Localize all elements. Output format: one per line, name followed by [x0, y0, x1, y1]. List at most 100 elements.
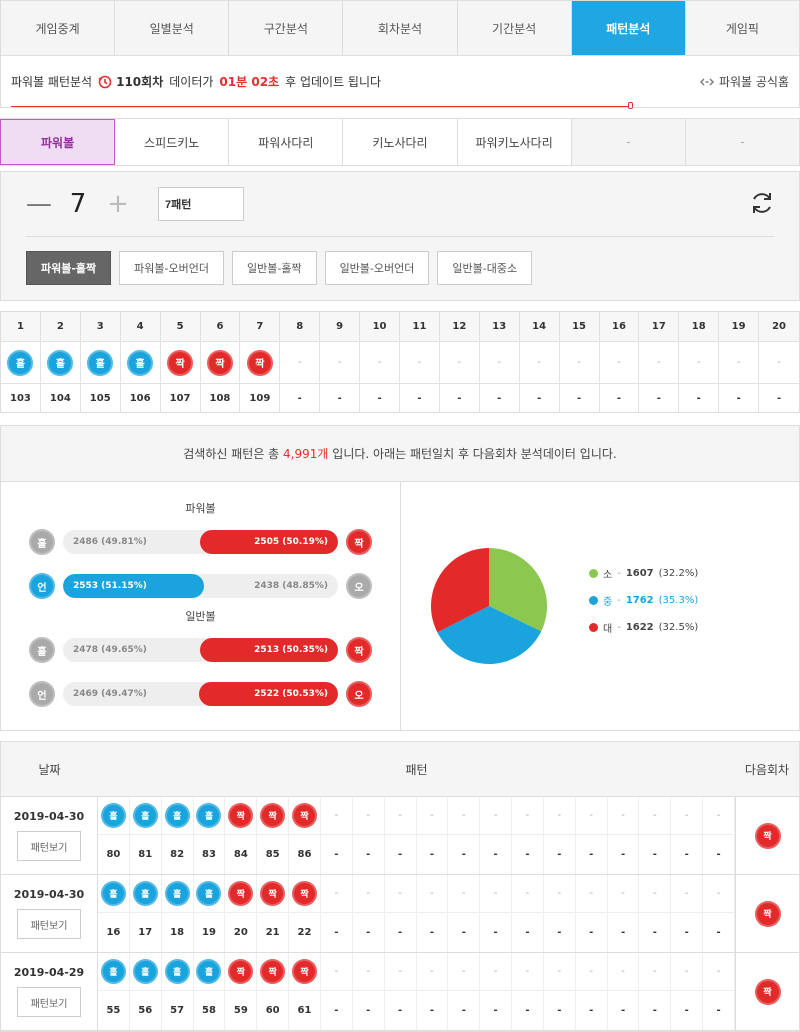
stat-fill-left: 2553 (51.15%) [63, 574, 204, 598]
stat-right-ball: 오 [346, 681, 372, 707]
history-ball-cell: - [639, 797, 672, 835]
progress-marker [628, 102, 633, 109]
nav-tab-6[interactable]: 패턴분석 [571, 1, 686, 55]
empty-dash: - [716, 888, 721, 899]
panel-divider [26, 236, 774, 237]
history-round-cell: - [512, 913, 544, 952]
grid-round-cell: - [560, 384, 600, 412]
pattern-select[interactable] [158, 187, 244, 221]
history-round-cell: - [671, 835, 704, 874]
history-ball-cell: - [671, 797, 704, 835]
history-pattern-grid: 홀 홀 홀 홀 짝 짝 짝 - - - - - - - - - - - - -16 17 18 19 20 21 22- - - - - -… [98, 875, 735, 952]
col-next: 다음회차 [744, 762, 790, 777]
stat-fill-right: 2505 (50.19%) [199, 530, 338, 554]
history-ball-cell: - [448, 797, 481, 835]
history-table: 날짜 패턴 다음회차 2019-04-30 패턴보기 홀 홀 홀 홀 짝 짝 짝 - - - - - - - -… [0, 741, 800, 1032]
view-pattern-button[interactable]: 패턴보기 [17, 909, 81, 939]
history-round-cell: 81 [130, 835, 162, 874]
empty-dash: - [684, 888, 689, 899]
history-ball-cell: - [352, 797, 385, 835]
empty-dash: - [337, 357, 342, 368]
empty-dash: - [297, 357, 302, 368]
nav-tab-4[interactable]: 회차분석 [343, 1, 458, 55]
nav-tab-7[interactable]: 게임픽 [686, 1, 799, 55]
history-row: 2019-04-30 패턴보기 홀 홀 홀 홀 짝 짝 짝 - - - - - - - - - - - - -80 81 82… [1, 797, 799, 875]
game-tab-4[interactable]: 키노사다리 [343, 119, 458, 165]
history-round-cell: - [321, 991, 353, 1030]
history-date-cell: 2019-04-30 패턴보기 [1, 797, 98, 874]
game-tab-5[interactable]: 파워키노사다리 [457, 119, 572, 165]
filter-button[interactable]: 일반볼-홀짝 [231, 251, 317, 285]
grid-header-cell: 1 [1, 312, 41, 342]
history-ball-cell: - [639, 875, 672, 913]
history-date-cell: 2019-04-29 패턴보기 [1, 953, 98, 1030]
history-next-cell: 짝 [735, 797, 799, 874]
increase-button[interactable]: + [106, 191, 130, 217]
decrease-button[interactable]: — [26, 191, 52, 217]
history-round-cell: 16 [98, 913, 130, 952]
empty-dash: - [334, 888, 339, 899]
official-home-link[interactable]: 파워볼 공식홈 [699, 73, 789, 90]
history-round-cell: - [639, 991, 672, 1030]
pie-legend: 소 -1607 (32.2%) 중 -1762 (35.3%) 대 -1622 (32.5%) [589, 566, 698, 647]
grid-header-cell: 7 [240, 312, 281, 342]
filter-button[interactable]: 파워볼-오버언더 [119, 251, 224, 285]
history-ball-cell: - [543, 953, 576, 991]
grid-round-cell: 105 [81, 384, 121, 412]
history-ball-cell: - [480, 953, 513, 991]
refresh-icon[interactable] [749, 190, 775, 216]
grid-header-cell: 4 [120, 312, 161, 342]
empty-dash: - [684, 966, 689, 977]
nav-tab-3[interactable]: 구간분석 [229, 1, 344, 55]
history-round-cell: - [480, 835, 513, 874]
history-round-cell: - [448, 991, 481, 1030]
legend-dot [589, 622, 598, 632]
nav-tab-2[interactable]: 일별분석 [115, 1, 230, 55]
history-date-cell: 2019-04-30 패턴보기 [1, 875, 98, 952]
view-pattern-button[interactable]: 패턴보기 [17, 987, 81, 1017]
history-round-cell: - [385, 913, 417, 952]
legend-label: 중 [603, 596, 613, 608]
filter-button[interactable]: 일반볼-대중소 [437, 251, 533, 285]
nav-tab-1[interactable]: 게임중계 [1, 1, 116, 55]
result-ball: 홀 [87, 349, 114, 376]
game-tab-2[interactable]: 스피드키노 [115, 119, 230, 165]
stat-fill-right: 2513 (50.35%) [199, 638, 338, 662]
grid-ball-cell: - [280, 342, 321, 384]
history-ball-cell: 짝 [225, 953, 258, 991]
grid-header-cell: 20 [759, 312, 799, 342]
empty-dash: - [493, 888, 498, 899]
legend-item: 소 -1607 (32.2%) [589, 566, 698, 581]
nav-tab-5[interactable]: 기간분석 [458, 1, 572, 55]
history-round-cell: - [703, 991, 735, 1030]
grid-round-cell: - [480, 384, 520, 412]
history-round-cell: - [544, 913, 576, 952]
view-pattern-button[interactable]: 패턴보기 [17, 831, 81, 861]
history-round-cell: - [417, 913, 449, 952]
game-tab-1[interactable]: 파워볼 [0, 119, 116, 165]
filter-button[interactable]: 파워볼-홀짝 [26, 251, 112, 285]
stat-right-ball: 짝 [346, 529, 372, 555]
history-ball-cell: - [352, 875, 385, 913]
game-tab-3[interactable]: 파워사다리 [229, 119, 344, 165]
grid-ball-cell: 짝 [200, 342, 241, 384]
empty-dash: - [736, 357, 741, 368]
history-ball-cell: - [448, 953, 481, 991]
grid-ball-cell: - [320, 342, 361, 384]
history-ball-cell: - [416, 953, 449, 991]
stat-bar: 2478 (49.65%) 2513 (50.35%) [63, 638, 338, 662]
stat-left-ball: 홀 [29, 529, 55, 555]
grid-header-cell: 10 [360, 312, 400, 342]
grid-ball-cell: - [439, 342, 480, 384]
empty-dash: - [617, 357, 621, 368]
powerball-title: 파워볼 [185, 502, 216, 515]
grid-header-cell: 17 [639, 312, 680, 342]
filter-button[interactable]: 일반볼-오버언더 [324, 251, 430, 285]
history-round-cell: 56 [130, 991, 162, 1030]
result-ball: 홀 [132, 881, 158, 906]
history-next-cell: 짝 [735, 875, 799, 952]
col-pattern: 패턴 [405, 762, 428, 777]
history-round-cell: - [576, 835, 608, 874]
history-ball-cell: - [543, 797, 576, 835]
empty-dash: - [493, 810, 498, 821]
